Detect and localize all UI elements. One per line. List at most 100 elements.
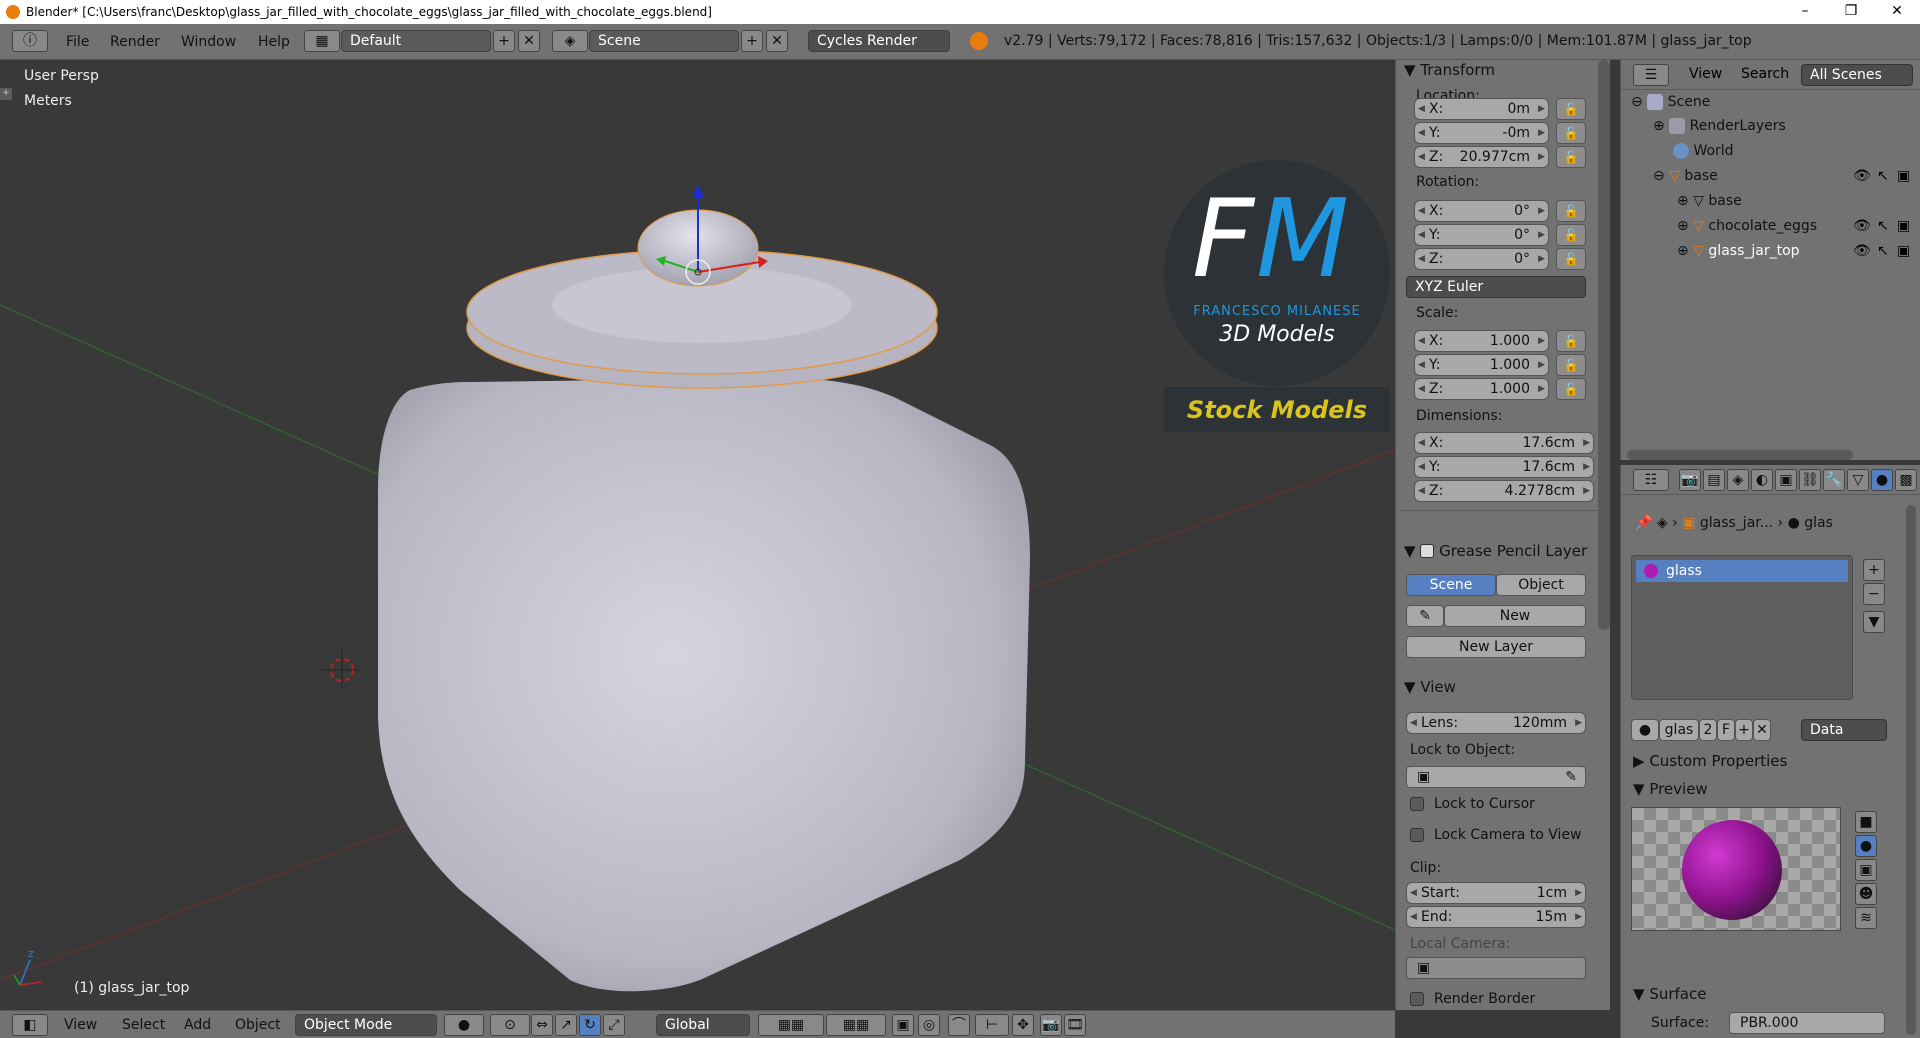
scale-x-field[interactable]: ◀ X: 1.000 ▶: [1414, 330, 1549, 352]
outliner-row-base-mesh[interactable]: ⊕ ▽ base: [1677, 193, 1742, 215]
remove-slot-icon[interactable]: −: [1863, 583, 1885, 605]
n-panel-scrollbar[interactable]: [1598, 60, 1610, 630]
add-layout-icon[interactable]: +: [493, 30, 515, 52]
material-slot-list[interactable]: glass: [1631, 555, 1853, 700]
properties-scrollbar[interactable]: [1906, 505, 1916, 1035]
lock-camera-checkbox[interactable]: [1410, 828, 1424, 842]
location-y-field[interactable]: ◀ Y: -0m ▶: [1414, 122, 1549, 144]
scale-z-field[interactable]: ◀ Z: 1.000 ▶: [1414, 378, 1549, 400]
snap-target-icon[interactable]: ✥: [1012, 1014, 1034, 1036]
object-mode-select[interactable]: Object Mode: [295, 1014, 437, 1036]
view-panel-header[interactable]: ▼ View: [1404, 678, 1456, 700]
gp-new-layer-button[interactable]: New Layer: [1406, 636, 1586, 658]
scene-tab-icon[interactable]: ◈: [1727, 469, 1749, 491]
fake-user-toggle[interactable]: F: [1717, 719, 1735, 741]
outliner-menu-view[interactable]: View: [1689, 66, 1722, 82]
new-material-icon[interactable]: +: [1735, 719, 1753, 741]
slot-specials-icon[interactable]: ▼: [1863, 611, 1885, 633]
remove-layout-icon[interactable]: ✕: [518, 30, 540, 52]
material-users-count[interactable]: 2: [1699, 719, 1717, 741]
material-link-select[interactable]: Data: [1801, 719, 1887, 741]
remove-scene-icon[interactable]: ✕: [766, 30, 788, 52]
menu-help[interactable]: Help: [258, 34, 290, 50]
editor-type-3dview-icon[interactable]: ◧: [12, 1014, 48, 1036]
preview-hair-icon[interactable]: ≋: [1855, 907, 1877, 929]
pin-icon[interactable]: 📌: [1635, 515, 1652, 531]
manipulator-toggle-icon[interactable]: ⇔: [531, 1014, 553, 1036]
render-tab-icon[interactable]: 📷: [1679, 469, 1701, 491]
lock-rotation-y-icon[interactable]: 🔓: [1556, 224, 1586, 246]
menu-file[interactable]: File: [66, 34, 89, 50]
transform-orientation-select[interactable]: Global: [656, 1014, 750, 1036]
toolshelf-toggle-icon[interactable]: +: [0, 88, 12, 100]
gp-new-button[interactable]: New: [1444, 605, 1586, 627]
location-x-field[interactable]: ◀ X: 0m ▶: [1414, 98, 1549, 120]
minimize-button[interactable]: –: [1782, 0, 1828, 24]
browse-material-icon[interactable]: ●: [1631, 719, 1659, 741]
modifiers-tab-icon[interactable]: 🔧: [1823, 469, 1845, 491]
lock-layers-icon[interactable]: ▣: [892, 1014, 914, 1036]
outliner-display-mode-select[interactable]: All Scenes: [1801, 64, 1913, 86]
lock-rotation-x-icon[interactable]: 🔓: [1556, 200, 1586, 222]
material-tab-icon[interactable]: ●: [1871, 469, 1893, 491]
preview-cube-icon[interactable]: ▣: [1855, 859, 1877, 881]
constraints-tab-icon[interactable]: ⛓: [1799, 469, 1821, 491]
add-slot-icon[interactable]: +: [1863, 559, 1885, 581]
snap-element-icon[interactable]: ⊢: [975, 1014, 1009, 1036]
add-scene-icon[interactable]: +: [741, 30, 763, 52]
material-slot-glass[interactable]: glass: [1636, 560, 1848, 582]
outliner-row-base-empty[interactable]: ⊖ ▽ base: [1653, 168, 1718, 190]
rotation-x-field[interactable]: ◀ X: 0° ▶: [1414, 200, 1549, 222]
proportional-edit-icon[interactable]: ◎: [918, 1014, 940, 1036]
scale-manipulator-icon[interactable]: ⤢: [603, 1014, 625, 1036]
selectable-cursor-icon-2[interactable]: ↖: [1877, 218, 1889, 234]
gp-scene-button[interactable]: Scene: [1406, 574, 1496, 596]
lock-to-cursor-checkbox[interactable]: [1410, 797, 1424, 811]
rotate-manipulator-icon[interactable]: ↻: [579, 1014, 601, 1036]
outliner-row-glass-jar-top[interactable]: ⊕ ▽ glass_jar_top: [1677, 243, 1800, 265]
render-border-checkbox[interactable]: [1410, 992, 1424, 1006]
selectable-cursor-icon[interactable]: ↖: [1877, 168, 1889, 184]
rotation-z-field[interactable]: ◀ Z: 0° ▶: [1414, 248, 1549, 270]
visibility-eye-icon-2[interactable]: 👁: [1853, 218, 1871, 234]
editor-type-info-icon[interactable]: ⓘ: [12, 30, 48, 52]
visibility-eye-icon[interactable]: 👁: [1853, 168, 1871, 184]
render-animation-icon[interactable]: 🎞: [1064, 1014, 1086, 1036]
world-tab-icon[interactable]: ◐: [1751, 469, 1773, 491]
data-tab-icon[interactable]: ▽: [1847, 469, 1869, 491]
preview-header[interactable]: ▼ Preview: [1633, 780, 1708, 802]
visibility-eye-icon-3[interactable]: 👁: [1853, 243, 1871, 259]
dimensions-z-field[interactable]: ◀ Z: 4.2778cm ▶: [1414, 480, 1594, 502]
lock-object-field[interactable]: ▣ ✎: [1406, 766, 1586, 788]
menu-window[interactable]: Window: [181, 34, 236, 50]
renderable-camera-icon[interactable]: ▣: [1897, 168, 1910, 184]
selectable-cursor-icon-3[interactable]: ↖: [1877, 243, 1889, 259]
texture-tab-icon[interactable]: ▩: [1895, 469, 1917, 491]
rotation-mode-select[interactable]: XYZ Euler: [1406, 276, 1586, 298]
snap-toggle-icon[interactable]: ⌒: [948, 1014, 970, 1036]
screen-layout-field[interactable]: Default: [341, 30, 491, 52]
layers-grid-1-icon[interactable]: ▦▦: [758, 1014, 824, 1036]
3d-viewport[interactable]: User Persp Meters (1) glass_jar_top z +: [0, 60, 1395, 1010]
footer-menu-add[interactable]: Add: [184, 1017, 211, 1033]
scene-field[interactable]: Scene: [589, 30, 739, 52]
translate-manipulator-icon[interactable]: ↗: [555, 1014, 577, 1036]
lock-scale-y-icon[interactable]: 🔓: [1556, 354, 1586, 376]
surface-shader-field[interactable]: PBR.000: [1729, 1012, 1885, 1034]
surface-header[interactable]: ▼ Surface: [1633, 985, 1706, 1007]
outliner-row-renderlayers[interactable]: ⊕ RenderLayers: [1653, 118, 1786, 140]
screen-layout-icon[interactable]: ▦: [304, 30, 340, 52]
lock-rotation-z-icon[interactable]: 🔓: [1556, 248, 1586, 270]
eyedropper-icon[interactable]: ✎: [1565, 767, 1577, 787]
grease-pencil-checkbox[interactable]: [1420, 544, 1435, 558]
menu-render[interactable]: Render: [110, 34, 160, 50]
location-z-field[interactable]: ◀ Z: 20.977cm ▶: [1414, 146, 1549, 168]
grease-pencil-header[interactable]: ▼ Grease Pencil Layer: [1404, 542, 1587, 564]
gp-pencil-icon[interactable]: ✎: [1406, 605, 1444, 627]
transform-header[interactable]: ▼ Transform: [1404, 61, 1495, 83]
footer-menu-select[interactable]: Select: [122, 1017, 165, 1033]
outliner-scrollbar[interactable]: [1627, 450, 1853, 460]
pivot-point-icon[interactable]: ⊙: [490, 1014, 530, 1036]
object-tab-icon[interactable]: ▣: [1775, 469, 1797, 491]
dimensions-y-field[interactable]: ◀ Y: 17.6cm ▶: [1414, 456, 1594, 478]
